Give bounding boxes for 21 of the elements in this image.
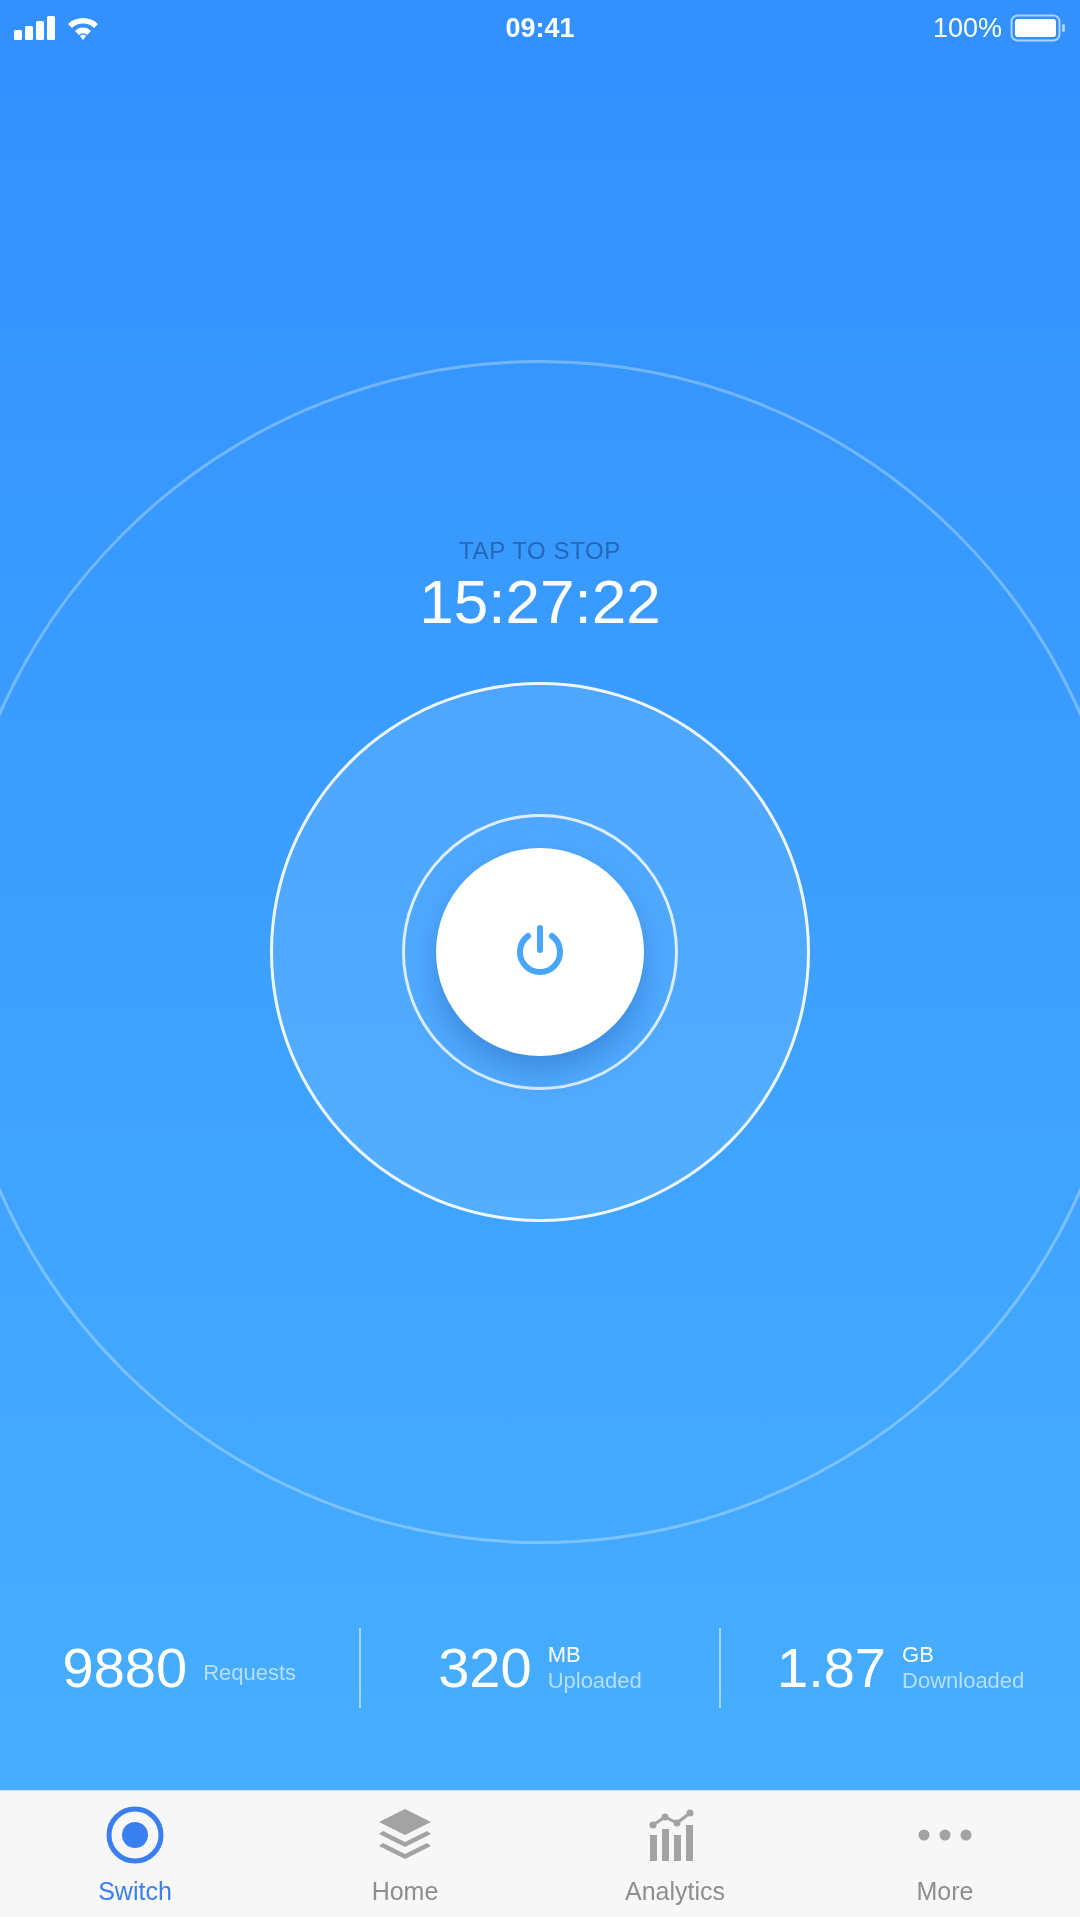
stat-label: Downloaded xyxy=(902,1668,1025,1694)
more-icon xyxy=(918,1829,972,1841)
tab-item[interactable]: Analytics xyxy=(540,1791,810,1917)
stat-unit: GB xyxy=(902,1642,934,1668)
status-time: 09:41 xyxy=(505,11,575,45)
stop-hint: TAP TO STOP xyxy=(459,536,621,566)
stat-value: 9880 xyxy=(62,1640,188,1696)
tab-item[interactable]: Home xyxy=(270,1791,540,1917)
battery-percentage: 100% xyxy=(932,11,1002,45)
signal-icon xyxy=(14,16,58,40)
tab-item[interactable]: More xyxy=(810,1791,1080,1917)
wifi-icon xyxy=(66,15,100,41)
target-icon xyxy=(105,1805,165,1865)
stat-unit: MB xyxy=(547,1642,581,1668)
stat-label: Requests xyxy=(203,1660,297,1686)
session-timer: 15:27:22 xyxy=(419,566,661,638)
stat-value: 320 xyxy=(438,1640,532,1696)
battery-icon xyxy=(1010,14,1066,42)
stat-value: 1.87 xyxy=(777,1640,886,1696)
tab-item[interactable]: Switch xyxy=(0,1791,270,1917)
stat-label: Uploaded xyxy=(547,1668,642,1694)
